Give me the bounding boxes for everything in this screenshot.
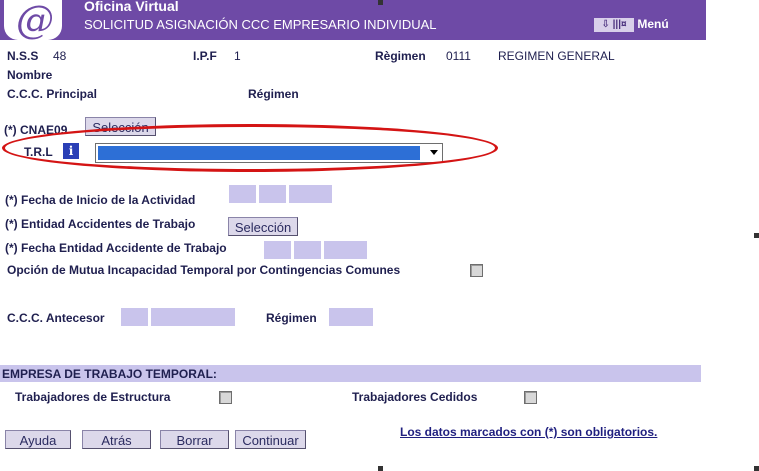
entidad-selection-button[interactable]: Selección: [228, 217, 298, 236]
app-header: @ Oficina Virtual SOLICITUD ASIGNACIÓN C…: [0, 0, 706, 42]
antecesor-regimen-input[interactable]: [329, 308, 373, 326]
obligatorios-note-link[interactable]: Los datos marcados con (*) son obligator…: [400, 425, 657, 439]
resize-handle-bottom[interactable]: [378, 466, 383, 471]
nombre-label: Nombre: [7, 68, 53, 82]
fecha-inicio-day-input[interactable]: [229, 185, 256, 203]
cedidos-label: Trabajadores Cedidos: [352, 390, 478, 404]
mutua-label: Opción de Mutua Incapacidad Temporal por…: [7, 263, 401, 277]
antecesor-prefix-input[interactable]: [121, 308, 148, 326]
fecha-inicio-month-input[interactable]: [259, 185, 286, 203]
fecha-entidad-day-input[interactable]: [264, 241, 291, 259]
entidad-row: (*) Entidad Accidentes de Trabajo: [5, 217, 195, 231]
ccc-principal-label: C.C.C. Principal: [7, 87, 98, 101]
resize-handle-corner[interactable]: [754, 466, 759, 471]
fecha-entidad-row: (*) Fecha Entidad Accidente de Trabajo: [5, 241, 227, 255]
required-marker: (*): [5, 193, 18, 207]
ipf-value: 1: [234, 49, 241, 63]
resize-handle-right[interactable]: [754, 233, 759, 238]
antecesor-number-input[interactable]: [151, 308, 235, 326]
ipf-label: I.P.F: [193, 49, 217, 63]
atras-button[interactable]: Atrás: [82, 430, 151, 449]
entidad-label: Entidad Accidentes de Trabajo: [21, 217, 196, 231]
nss-label: N.S.S: [7, 49, 39, 63]
antecesor-label: C.C.C. Antecesor: [7, 311, 105, 325]
estructura-label: Trabajadores de Estructura: [15, 390, 171, 404]
estructura-checkbox[interactable]: [219, 391, 232, 404]
borrar-button[interactable]: Borrar: [160, 430, 229, 449]
menu-label: Menú: [637, 17, 669, 31]
ett-section-header: EMPRESA DE TRABAJO TEMPORAL:: [0, 365, 701, 382]
fecha-entidad-label: Fecha Entidad Accidente de Trabajo: [21, 241, 227, 255]
oficina-virtual-logo: @: [4, 0, 62, 42]
regimen-label: Règimen: [375, 49, 426, 63]
required-marker: (*): [5, 217, 18, 231]
page-subtitle: SOLICITUD ASIGNACIÓN CCC EMPRESARIO INDI…: [84, 17, 437, 32]
resize-handle-top[interactable]: [378, 0, 383, 5]
fecha-entidad-year-input[interactable]: [324, 241, 367, 259]
required-marker: (*): [5, 241, 18, 255]
ayuda-button[interactable]: Ayuda: [5, 430, 71, 449]
nss-value: 48: [53, 49, 67, 63]
menu-button[interactable]: ⇩ |||¤ Menú: [594, 17, 694, 34]
ett-section-title: EMPRESA DE TRABAJO TEMPORAL:: [2, 367, 217, 381]
regimen-name: REGIMEN GENERAL: [498, 49, 615, 63]
fecha-inicio-row: (*) Fecha de Inicio de la Actividad: [5, 193, 195, 207]
continuar-button[interactable]: Continuar: [235, 430, 306, 449]
fecha-inicio-label: Fecha de Inicio de la Actividad: [21, 193, 196, 207]
mutua-checkbox[interactable]: [470, 264, 483, 277]
highlight-ellipse: [2, 124, 498, 172]
regimen-principal-label: Régimen: [248, 87, 299, 101]
required-marker: (*): [4, 123, 17, 137]
antecesor-regimen-label: Régimen: [266, 311, 317, 325]
cedidos-checkbox[interactable]: [524, 391, 537, 404]
regimen-code: 0111: [446, 49, 471, 63]
menu-icon: ⇩ |||¤: [594, 17, 634, 32]
fecha-entidad-month-input[interactable]: [294, 241, 321, 259]
fecha-inicio-year-input[interactable]: [289, 185, 332, 203]
app-title: Oficina Virtual: [84, 0, 179, 14]
